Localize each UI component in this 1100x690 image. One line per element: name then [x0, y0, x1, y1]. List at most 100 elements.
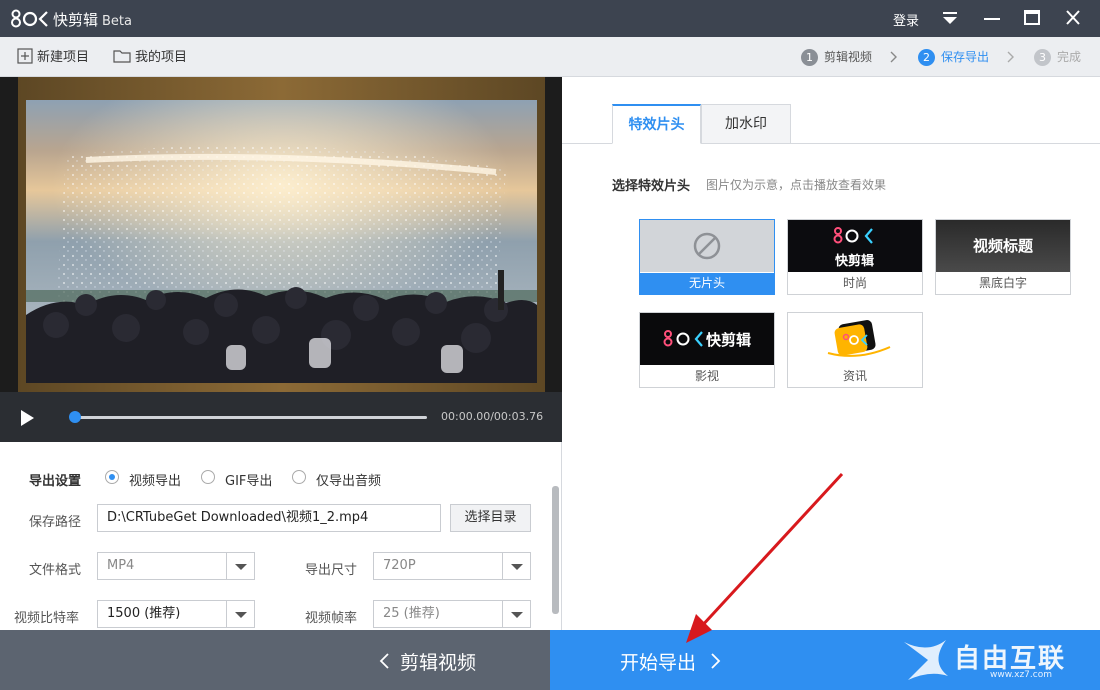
play-icon[interactable]	[14, 406, 38, 430]
step-label: 保存导出	[941, 50, 990, 64]
step-edit-video: 1 剪辑视频	[801, 48, 872, 66]
framerate-label: 视频帧率	[305, 611, 358, 626]
bottom-bar: 剪辑视频 开始导出 自由互联 www.xz7.com	[0, 630, 1100, 690]
player-controls: 00:00.00/00:03.76	[0, 392, 562, 442]
timecode: 00:00.00/00:03.76	[441, 410, 544, 423]
app-logo-icon	[11, 9, 48, 28]
radio-gif-export-label: GIF导出	[225, 474, 273, 489]
back-to-edit-label: 剪辑视频	[400, 652, 477, 674]
file-format-label: 文件格式	[29, 563, 82, 578]
video-preview	[0, 77, 562, 392]
progress-bar[interactable]	[69, 411, 427, 423]
chevron-right-icon	[890, 51, 897, 63]
bitrate-value: 1500 (推荐)	[107, 606, 181, 621]
browse-folder-button[interactable]: 选择目录	[450, 504, 531, 532]
menu-dropdown-button[interactable]	[930, 0, 970, 37]
intro-card-label: 无片头	[640, 273, 774, 294]
bitrate-label: 视频比特率	[14, 611, 80, 626]
dropdown-menu-icon	[943, 12, 957, 24]
settings-scrollbar[interactable]	[552, 486, 559, 614]
news-logo-icon	[827, 320, 891, 357]
intro-thumb-text: 视频标题	[972, 237, 1033, 255]
chevron-left-icon	[379, 653, 389, 669]
framerate-select[interactable]: 25 (推荐)	[373, 600, 531, 628]
video-image	[26, 100, 537, 383]
no-entry-icon	[693, 232, 721, 260]
minimize-button[interactable]	[972, 0, 1012, 37]
watermark-url: www.xz7.com	[990, 670, 1052, 680]
maximize-button[interactable]	[1012, 0, 1052, 37]
intro-card-label: 时尚	[842, 276, 867, 290]
folder-icon	[113, 50, 131, 63]
start-export-button[interactable]: 开始导出 自由互联 www.xz7.com	[550, 630, 1100, 690]
framerate-value: 25 (推荐)	[383, 606, 440, 621]
app-name: 快剪辑	[53, 11, 99, 29]
intro-thumb: 快剪辑	[788, 220, 922, 272]
my-projects-button[interactable]: 我的项目	[113, 48, 187, 66]
intro-card-news[interactable]: 资讯	[787, 312, 923, 388]
close-icon	[1066, 10, 1080, 25]
tab-intro-effects[interactable]: 特效片头	[612, 104, 701, 144]
export-size-label: 导出尺寸	[305, 563, 358, 578]
intro-card-movie[interactable]: 快剪辑 影视	[639, 312, 775, 388]
my-projects-label: 我的项目	[135, 50, 188, 65]
back-to-edit-button[interactable]: 剪辑视频	[0, 630, 550, 690]
effects-panel: 特效片头 加水印 选择特效片头 图片仅为示意，点击播放查看效果 无片头 快剪辑 …	[562, 77, 1100, 630]
radio-video-export[interactable]	[105, 470, 119, 484]
bitrate-select[interactable]: 1500 (推荐)	[97, 600, 255, 628]
step-number: 1	[801, 49, 818, 66]
maximize-icon	[1024, 10, 1040, 25]
step-number: 2	[918, 49, 935, 66]
radio-gif-export[interactable]	[201, 470, 215, 484]
toolbar: 新建项目 我的项目 1 剪辑视频 2 保存导出 3 完成	[0, 37, 1100, 77]
intro-thumb: 视频标题	[936, 220, 1070, 272]
intro-thumb	[788, 313, 922, 365]
intro-card-label: 影视	[694, 369, 719, 383]
section-title: 选择特效片头	[612, 179, 691, 194]
start-export-label: 开始导出	[620, 652, 697, 674]
intro-card-none[interactable]: 无片头	[639, 219, 775, 295]
chevron-right-icon	[711, 653, 721, 669]
export-settings: 导出设置 视频导出 GIF导出 仅导出音频 保存路径 D:\CRTubeGet …	[0, 442, 562, 630]
watermark-logo-icon	[904, 640, 948, 680]
minimize-icon	[984, 18, 1000, 20]
radio-video-export-label: 视频导出	[129, 474, 182, 489]
step-done: 3 完成	[1034, 48, 1081, 66]
file-format-select[interactable]: MP4	[97, 552, 255, 580]
chevron-down-icon	[226, 553, 254, 579]
section-hint: 图片仅为示意，点击播放查看效果	[706, 178, 887, 192]
title-bar: 快剪辑 Beta 登录	[0, 0, 1100, 37]
intro-card-fashion[interactable]: 快剪辑 时尚	[787, 219, 923, 295]
new-project-button[interactable]: 新建项目	[17, 48, 89, 66]
intro-card-label: 黑底白字	[978, 276, 1027, 290]
file-format-value: MP4	[107, 558, 135, 573]
step-save-export: 2 保存导出	[918, 48, 989, 66]
intro-thumb-text: 快剪辑	[835, 254, 875, 269]
step-number: 3	[1034, 49, 1051, 66]
save-path-label: 保存路径	[29, 515, 82, 530]
intro-card-label: 资讯	[842, 369, 867, 383]
progress-handle[interactable]	[69, 411, 81, 423]
plus-box-icon	[17, 48, 33, 64]
intro-thumb	[640, 220, 774, 272]
step-label: 剪辑视频	[824, 50, 873, 64]
save-path-field[interactable]: D:\CRTubeGet Downloaded\视频1_2.mp4	[97, 504, 441, 532]
new-project-label: 新建项目	[37, 50, 90, 65]
intro-thumb-text: 快剪辑	[706, 331, 752, 349]
beta-badge: Beta	[102, 14, 132, 29]
radio-audio-only[interactable]	[292, 470, 306, 484]
export-settings-label: 导出设置	[29, 474, 82, 489]
step-label: 完成	[1057, 50, 1082, 64]
export-size-select[interactable]: 720P	[373, 552, 531, 580]
export-size-value: 720P	[383, 558, 416, 573]
chevron-down-icon	[502, 553, 530, 579]
close-button[interactable]	[1053, 0, 1093, 37]
video-frame	[18, 77, 545, 392]
tab-add-watermark[interactable]: 加水印	[701, 104, 791, 144]
intro-card-black-white[interactable]: 视频标题 黑底白字	[935, 219, 1071, 295]
chevron-right-icon	[1007, 51, 1014, 63]
login-link[interactable]: 登录	[893, 10, 919, 29]
app-title: 快剪辑 Beta	[53, 9, 132, 30]
radio-audio-only-label: 仅导出音频	[316, 474, 382, 489]
intro-thumb: 快剪辑	[640, 313, 774, 365]
